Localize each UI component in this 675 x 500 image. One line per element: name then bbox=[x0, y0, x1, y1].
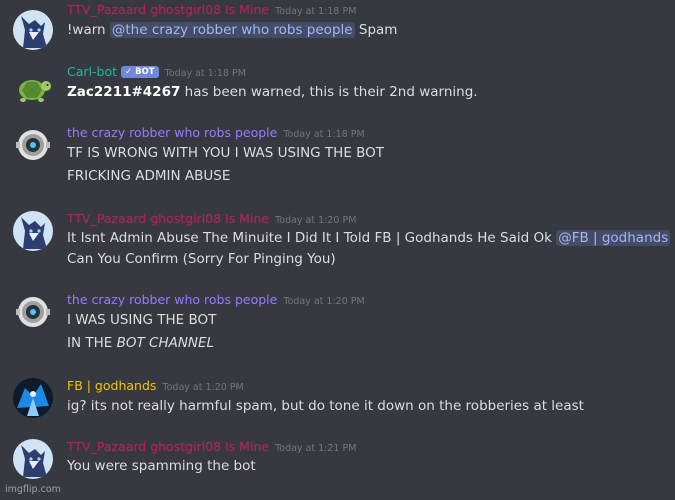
chat-log: TTV_Pazaard ghostgirl08 Is Mine Today at … bbox=[0, 0, 675, 500]
message-text: IN THE BOT CHANNEL bbox=[67, 334, 214, 352]
timestamp: Today at 1:18 PM bbox=[164, 68, 246, 79]
author-name[interactable]: TTV_Pazaard ghostgirl08 Is Mine bbox=[67, 439, 269, 454]
timestamp: Today at 1:18 PM bbox=[275, 6, 357, 17]
user-mention[interactable]: @FB | godhands bbox=[556, 230, 671, 246]
message-text: I WAS USING THE BOT bbox=[67, 312, 217, 328]
text-segment: IN THE bbox=[67, 335, 117, 351]
bot-badge: ✓ BOT bbox=[121, 66, 159, 78]
message-text: TF IS WRONG WITH YOU I WAS USING THE BOT bbox=[67, 145, 385, 161]
message-text: !warn @the crazy robber who robs people … bbox=[67, 21, 397, 39]
robot-avatar-icon[interactable] bbox=[13, 125, 53, 165]
author-name[interactable]: TTV_Pazaard ghostgirl08 Is Mine bbox=[67, 2, 269, 17]
message-text: Can You Confirm (Sorry For Pinging You) bbox=[67, 251, 336, 267]
username-bold: Zac2211#4267 bbox=[67, 84, 181, 100]
author-name[interactable]: Carl-bot bbox=[67, 64, 117, 79]
watermark: imgflip.com bbox=[5, 484, 61, 495]
timestamp: Today at 1:21 PM bbox=[275, 443, 357, 454]
message-text: Zac2211#4267 has been warned, this is th… bbox=[67, 83, 478, 101]
turtle-avatar-icon[interactable] bbox=[13, 68, 53, 108]
text-segment: !warn bbox=[67, 22, 110, 38]
timestamp: Today at 1:20 PM bbox=[275, 215, 357, 226]
message-text: It Isnt Admin Abuse The Minuite I Did It… bbox=[67, 229, 671, 247]
author-name[interactable]: FB | godhands bbox=[67, 378, 156, 393]
author-name[interactable]: TTV_Pazaard ghostgirl08 Is Mine bbox=[67, 211, 269, 226]
timestamp: Today at 1:20 PM bbox=[162, 382, 244, 393]
timestamp: Today at 1:20 PM bbox=[283, 296, 365, 307]
timestamp: Today at 1:18 PM bbox=[283, 129, 365, 140]
author-name[interactable]: the crazy robber who robs people bbox=[67, 292, 277, 307]
author-name[interactable]: the crazy robber who robs people bbox=[67, 125, 277, 140]
text-segment: It Isnt Admin Abuse The Minuite I Did It… bbox=[67, 230, 557, 246]
message-text: FRICKING ADMIN ABUSE bbox=[67, 168, 231, 184]
text-segment: has been warned, this is their 2nd warni… bbox=[180, 84, 478, 100]
message-text: You were spamming the bot bbox=[67, 458, 256, 474]
text-segment: Spam bbox=[354, 22, 398, 38]
wolf-avatar-icon[interactable] bbox=[13, 439, 53, 479]
message-text: ig? its not really harmful spam, but do … bbox=[67, 398, 584, 414]
wolf-avatar-icon[interactable] bbox=[13, 211, 53, 251]
italic-text: BOT CHANNEL bbox=[116, 335, 215, 351]
wolf-avatar-icon[interactable] bbox=[13, 10, 53, 50]
mech-avatar-icon[interactable] bbox=[13, 378, 53, 418]
robot-avatar-icon[interactable] bbox=[13, 292, 53, 332]
user-mention[interactable]: @the crazy robber who robs people bbox=[109, 22, 355, 38]
